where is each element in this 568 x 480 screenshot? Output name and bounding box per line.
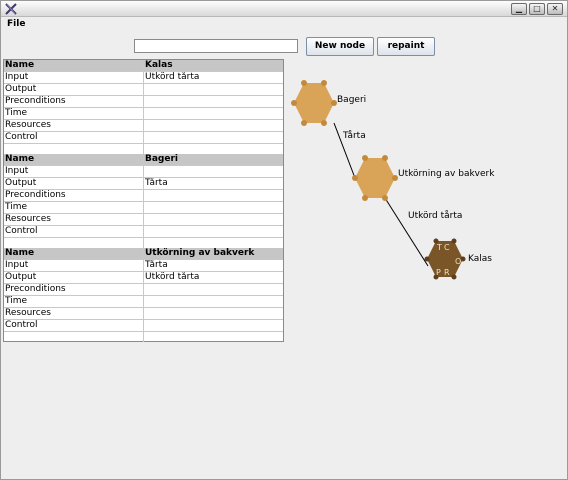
table-row[interactable]: Input Tårta xyxy=(4,260,283,272)
app-icon xyxy=(5,3,17,15)
kalas-port-letter: O xyxy=(455,257,461,266)
menu-file[interactable]: File xyxy=(7,19,25,29)
node-bageri[interactable] xyxy=(291,80,337,126)
table-row[interactable]: Control xyxy=(4,132,283,144)
property-value[interactable] xyxy=(144,202,283,214)
table-row[interactable]: Output Tårta xyxy=(4,178,283,190)
new-node-button[interactable]: New node xyxy=(306,37,374,56)
property-label: Control xyxy=(4,226,144,238)
table-row[interactable]: Control xyxy=(4,226,283,238)
property-label: Input xyxy=(4,166,144,178)
property-value[interactable] xyxy=(144,284,283,296)
kalas-port-letter: R xyxy=(444,268,450,277)
property-label: Input xyxy=(4,260,144,272)
property-label: Resources xyxy=(4,120,144,132)
header-name: Name xyxy=(4,248,144,260)
menu-bar: File xyxy=(1,17,567,33)
property-value[interactable] xyxy=(144,84,283,96)
app-window: ▁ □ ✕ File New node repaint Name Kalas I… xyxy=(0,0,568,480)
table-row[interactable]: Control xyxy=(4,320,283,332)
property-label: Resources xyxy=(4,308,144,320)
table-row[interactable]: Input Utkörd tårta xyxy=(4,72,283,84)
property-label: Preconditions xyxy=(4,190,144,202)
property-value[interactable] xyxy=(144,166,283,178)
property-value[interactable] xyxy=(144,214,283,226)
node-utkorning-av-bakverk[interactable] xyxy=(352,155,398,201)
maximize-icon[interactable]: □ xyxy=(529,3,545,15)
header-node-name: Bageri xyxy=(145,154,179,164)
property-label: Output xyxy=(4,272,144,284)
table-row[interactable]: Input xyxy=(4,166,283,178)
node-label-kalas: Kalas xyxy=(468,254,492,264)
title-bar[interactable]: ▁ □ ✕ xyxy=(1,1,567,17)
kalas-port-letter: T xyxy=(436,243,442,252)
close-icon[interactable]: ✕ xyxy=(547,3,563,15)
table-row[interactable]: Preconditions xyxy=(4,190,283,202)
property-label: Output xyxy=(4,84,144,96)
table-header-row: Name Utkörning av bakverk xyxy=(4,248,283,260)
header-node-name: Kalas xyxy=(145,60,173,70)
table-header-row: Name Bageri xyxy=(4,154,283,166)
table-spacer-row xyxy=(4,332,283,342)
property-label: Input xyxy=(4,72,144,84)
property-value[interactable]: Utkörd tårta xyxy=(144,72,283,84)
table-row[interactable]: Output xyxy=(4,84,283,96)
header-name: Name xyxy=(4,60,144,72)
property-value[interactable] xyxy=(144,96,283,108)
edge-line-utkorning-kalas[interactable] xyxy=(384,197,429,267)
header-node-name: Utkörning av bakverk xyxy=(145,248,255,258)
graph-canvas[interactable]: T C O P R Bageri Utkörning av bakverk Ka… xyxy=(286,59,568,479)
property-label: Resources xyxy=(4,214,144,226)
property-label: Preconditions xyxy=(4,284,144,296)
table-row[interactable]: Resources xyxy=(4,308,283,320)
property-value[interactable] xyxy=(144,320,283,332)
property-label: Time xyxy=(4,202,144,214)
header-name: Name xyxy=(4,154,144,166)
property-value[interactable] xyxy=(144,120,283,132)
property-label: Preconditions xyxy=(4,96,144,108)
property-value[interactable]: Tårta xyxy=(144,178,283,190)
node-kalas[interactable]: T C O P R xyxy=(424,238,466,280)
table-row[interactable]: Output Utkörd tårta xyxy=(4,272,283,284)
edge-label-tarta: Tårta xyxy=(343,131,366,141)
property-value[interactable] xyxy=(144,296,283,308)
property-value[interactable]: Utkörd tårta xyxy=(144,272,283,284)
table-row[interactable]: Time xyxy=(4,296,283,308)
repaint-button[interactable]: repaint xyxy=(377,37,435,56)
table-row[interactable]: Time xyxy=(4,202,283,214)
table-row[interactable]: Preconditions xyxy=(4,96,283,108)
table-row[interactable]: Resources xyxy=(4,120,283,132)
property-value[interactable] xyxy=(144,226,283,238)
table-header-row: Name Kalas xyxy=(4,60,283,72)
property-label: Output xyxy=(4,178,144,190)
minimize-icon[interactable]: ▁ xyxy=(511,3,527,15)
property-value[interactable] xyxy=(144,308,283,320)
node-label-bageri: Bageri xyxy=(337,95,367,105)
property-label: Control xyxy=(4,320,144,332)
kalas-port-letter: P xyxy=(436,268,441,277)
node-label-utkorning: Utkörning av bakverk xyxy=(398,169,495,179)
property-value[interactable]: Tårta xyxy=(144,260,283,272)
property-value[interactable] xyxy=(144,190,283,202)
property-label: Time xyxy=(4,296,144,308)
kalas-port-letter: C xyxy=(444,243,450,252)
node-name-input[interactable] xyxy=(134,39,298,53)
properties-table[interactable]: Name Kalas Input Utkörd tårta Output Prec… xyxy=(3,59,284,342)
property-value[interactable] xyxy=(144,132,283,144)
property-label: Time xyxy=(4,108,144,120)
property-label: Control xyxy=(4,132,144,144)
table-row[interactable]: Preconditions xyxy=(4,284,283,296)
table-row[interactable]: Resources xyxy=(4,214,283,226)
edge-label-utkord-tarta: Utkörd tårta xyxy=(408,211,463,221)
table-row[interactable]: Time xyxy=(4,108,283,120)
property-value[interactable] xyxy=(144,108,283,120)
graph-svg: T C O P R xyxy=(291,80,466,280)
